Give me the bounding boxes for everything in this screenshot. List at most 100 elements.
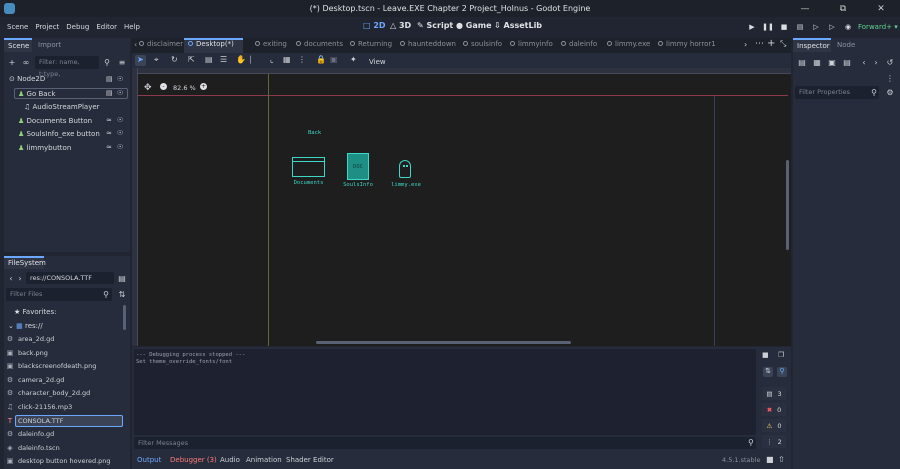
stop-icon[interactable]: ■ [777, 20, 791, 34]
ruler-tool-icon[interactable]: ▤ [205, 55, 213, 64]
snap-icon[interactable]: ⌞ [270, 55, 274, 64]
tab-returning[interactable]: Returning [350, 40, 392, 48]
viewport-vertical-scrollbar[interactable] [786, 160, 789, 250]
back-button-label[interactable]: Back [308, 130, 321, 136]
search-icon[interactable]: ⚲ [748, 438, 754, 447]
renderer-select[interactable]: Forward+ ▾ [858, 23, 898, 31]
search-icon[interactable]: ⚲ [101, 289, 111, 299]
sort-icon[interactable]: ⇅ [117, 289, 127, 299]
tree-node-limmybutton[interactable]: ♟ limmybutton [18, 144, 71, 152]
pan-tool-icon[interactable]: ✋ [236, 55, 246, 64]
history-icon[interactable]: ↺ [885, 57, 895, 67]
file-item[interactable]: ◈ daleinfo.tscn [7, 444, 59, 452]
menu-project[interactable]: Project [35, 23, 59, 31]
close-icon[interactable]: ✕ [862, 0, 900, 17]
tab-scroll-right-icon[interactable]: › [744, 40, 747, 49]
tab-limmyexe[interactable]: limmy.exe [607, 40, 650, 48]
tab-limmyinfo[interactable]: limmyinfo [510, 40, 553, 48]
link-icon[interactable]: ∞ [21, 57, 31, 67]
collapse-icon[interactable]: ⇅ [763, 367, 773, 377]
group-icon[interactable]: ▣ [330, 55, 338, 64]
grid-icon[interactable]: ▦ [283, 55, 291, 64]
new-resource-icon[interactable]: ▤ [797, 57, 807, 67]
file-item[interactable]: T CONSOLA.TTF [8, 417, 64, 425]
add-node-icon[interactable]: + [7, 57, 17, 67]
view-menu[interactable]: View [369, 58, 386, 66]
tab-shader-editor[interactable]: Shader Editor [286, 456, 334, 464]
favorites-item[interactable]: ★ Favorites: [14, 308, 57, 316]
limmy-character-icon[interactable] [399, 160, 411, 178]
visibility-eye-icon[interactable]: ☉ [117, 75, 123, 83]
add-tab-icon[interactable]: + [767, 38, 775, 49]
save-resource-icon[interactable]: ▣ [827, 57, 837, 67]
zoom-in-icon[interactable]: + [200, 83, 207, 90]
list-select-icon[interactable]: ☰ [220, 55, 227, 64]
signal-icon[interactable]: ≈ [106, 116, 112, 124]
copy-output-icon[interactable]: ❐ [778, 351, 784, 359]
menu-scene[interactable]: Scene [7, 23, 28, 31]
tab-limmyhorror1[interactable]: limmy horror1 [658, 40, 716, 48]
snap-options-icon[interactable]: ⋮ [298, 55, 306, 64]
visibility-eye-icon[interactable]: ☉ [117, 89, 123, 97]
search-toggle-icon[interactable]: ⚲ [777, 367, 787, 377]
tab-audio[interactable]: Audio [220, 456, 240, 464]
movie-icon[interactable]: ◉ [841, 20, 855, 34]
filesystem-filter-input[interactable]: Filter Files [6, 288, 112, 301]
viewport-horizontal-scrollbar[interactable] [316, 341, 571, 344]
update-spinner-icon[interactable]: ■ [766, 455, 774, 464]
script-icon[interactable]: ▤ [106, 75, 113, 83]
tab-daleinfo[interactable]: daleinfo [561, 40, 597, 48]
scale-tool-icon[interactable]: ⇱ [188, 55, 195, 64]
file-item[interactable]: ▣ back.png [7, 349, 48, 357]
workspace-script[interactable]: ✎ Script [417, 21, 453, 30]
tab-soulsinfo[interactable]: soulsinfo [463, 40, 502, 48]
tab-documents[interactable]: documents [296, 40, 343, 48]
forward-arrow-icon[interactable]: › [15, 273, 25, 283]
file-item[interactable]: ⚙ character_body_2d.gd [7, 389, 90, 397]
signal-icon[interactable]: ≈ [106, 143, 112, 151]
file-item[interactable]: ⚙ daleinfo.gd [7, 430, 54, 438]
workspace-3d[interactable]: △ 3D [390, 21, 411, 30]
move-view-icon[interactable]: ✥ [144, 83, 152, 93]
tab-list-icon[interactable]: ⋯ [755, 39, 764, 49]
resource-options-icon[interactable]: ▤ [842, 57, 852, 67]
menu-editor[interactable]: Editor [96, 23, 117, 31]
res-root-item[interactable]: ⌄ ▦ res:// [8, 322, 43, 330]
search-icon[interactable]: ⚲ [102, 57, 112, 67]
visibility-eye-icon[interactable]: ☉ [117, 116, 123, 124]
split-view-icon[interactable]: ▤ [117, 273, 127, 283]
tab-output[interactable]: Output [137, 456, 161, 464]
file-item[interactable]: ⚙ camera_2d.gd [7, 376, 65, 384]
object-options-icon[interactable]: ⋮ [885, 73, 895, 83]
output-filter-input[interactable]: Filter Messages [134, 437, 756, 449]
warnings-count-button[interactable]: ⚠ 0 [762, 419, 786, 432]
tab-node[interactable]: Node [837, 41, 855, 49]
distraction-free-icon[interactable]: ⤡ [780, 39, 786, 49]
documents-label[interactable]: Documents [292, 180, 325, 186]
menu-help[interactable]: Help [124, 23, 140, 31]
expand-panel-icon[interactable]: ⇧ [778, 455, 785, 464]
filesystem-path-input[interactable]: res://CONSOLA.TTF [26, 272, 114, 284]
errors-count-button[interactable]: ✖ 0 [762, 403, 786, 416]
play-icon[interactable]: ▶ [745, 20, 759, 34]
filter-icon[interactable]: ≡ [117, 57, 127, 67]
scene-filter-input[interactable]: Filter: name, t:type, [35, 56, 99, 78]
documents-folder-icon[interactable] [292, 157, 325, 177]
workspace-2d[interactable]: □ 2D [363, 21, 386, 30]
history-back-icon[interactable]: ‹ [859, 57, 869, 67]
file-item[interactable]: ▣ blackscreenofdeath.png [7, 362, 97, 370]
play-scene-icon[interactable]: ▷ [809, 20, 823, 34]
visibility-eye-icon[interactable]: ☉ [117, 143, 123, 151]
tab-scene[interactable]: Scene [4, 38, 32, 52]
tab-inspector[interactable]: Inspector [793, 38, 831, 52]
info-count-button[interactable]: ⋮ 2 [762, 435, 786, 448]
tree-node-goback[interactable]: ♟ Go Back [18, 90, 55, 98]
workspace-assetlib[interactable]: ⇩ AssetLib [494, 21, 542, 30]
lock-icon[interactable]: 🔒 [316, 55, 326, 64]
ruler-measure-icon[interactable]: ⎸ [250, 55, 258, 65]
search-icon[interactable]: ⚲ [869, 87, 879, 97]
filesystem-scrollbar[interactable] [123, 305, 126, 330]
bone-icon[interactable]: ✦ [350, 55, 357, 64]
zoom-level[interactable]: 82.6 % [173, 84, 196, 92]
tab-filesystem[interactable]: FileSystem [4, 256, 46, 269]
